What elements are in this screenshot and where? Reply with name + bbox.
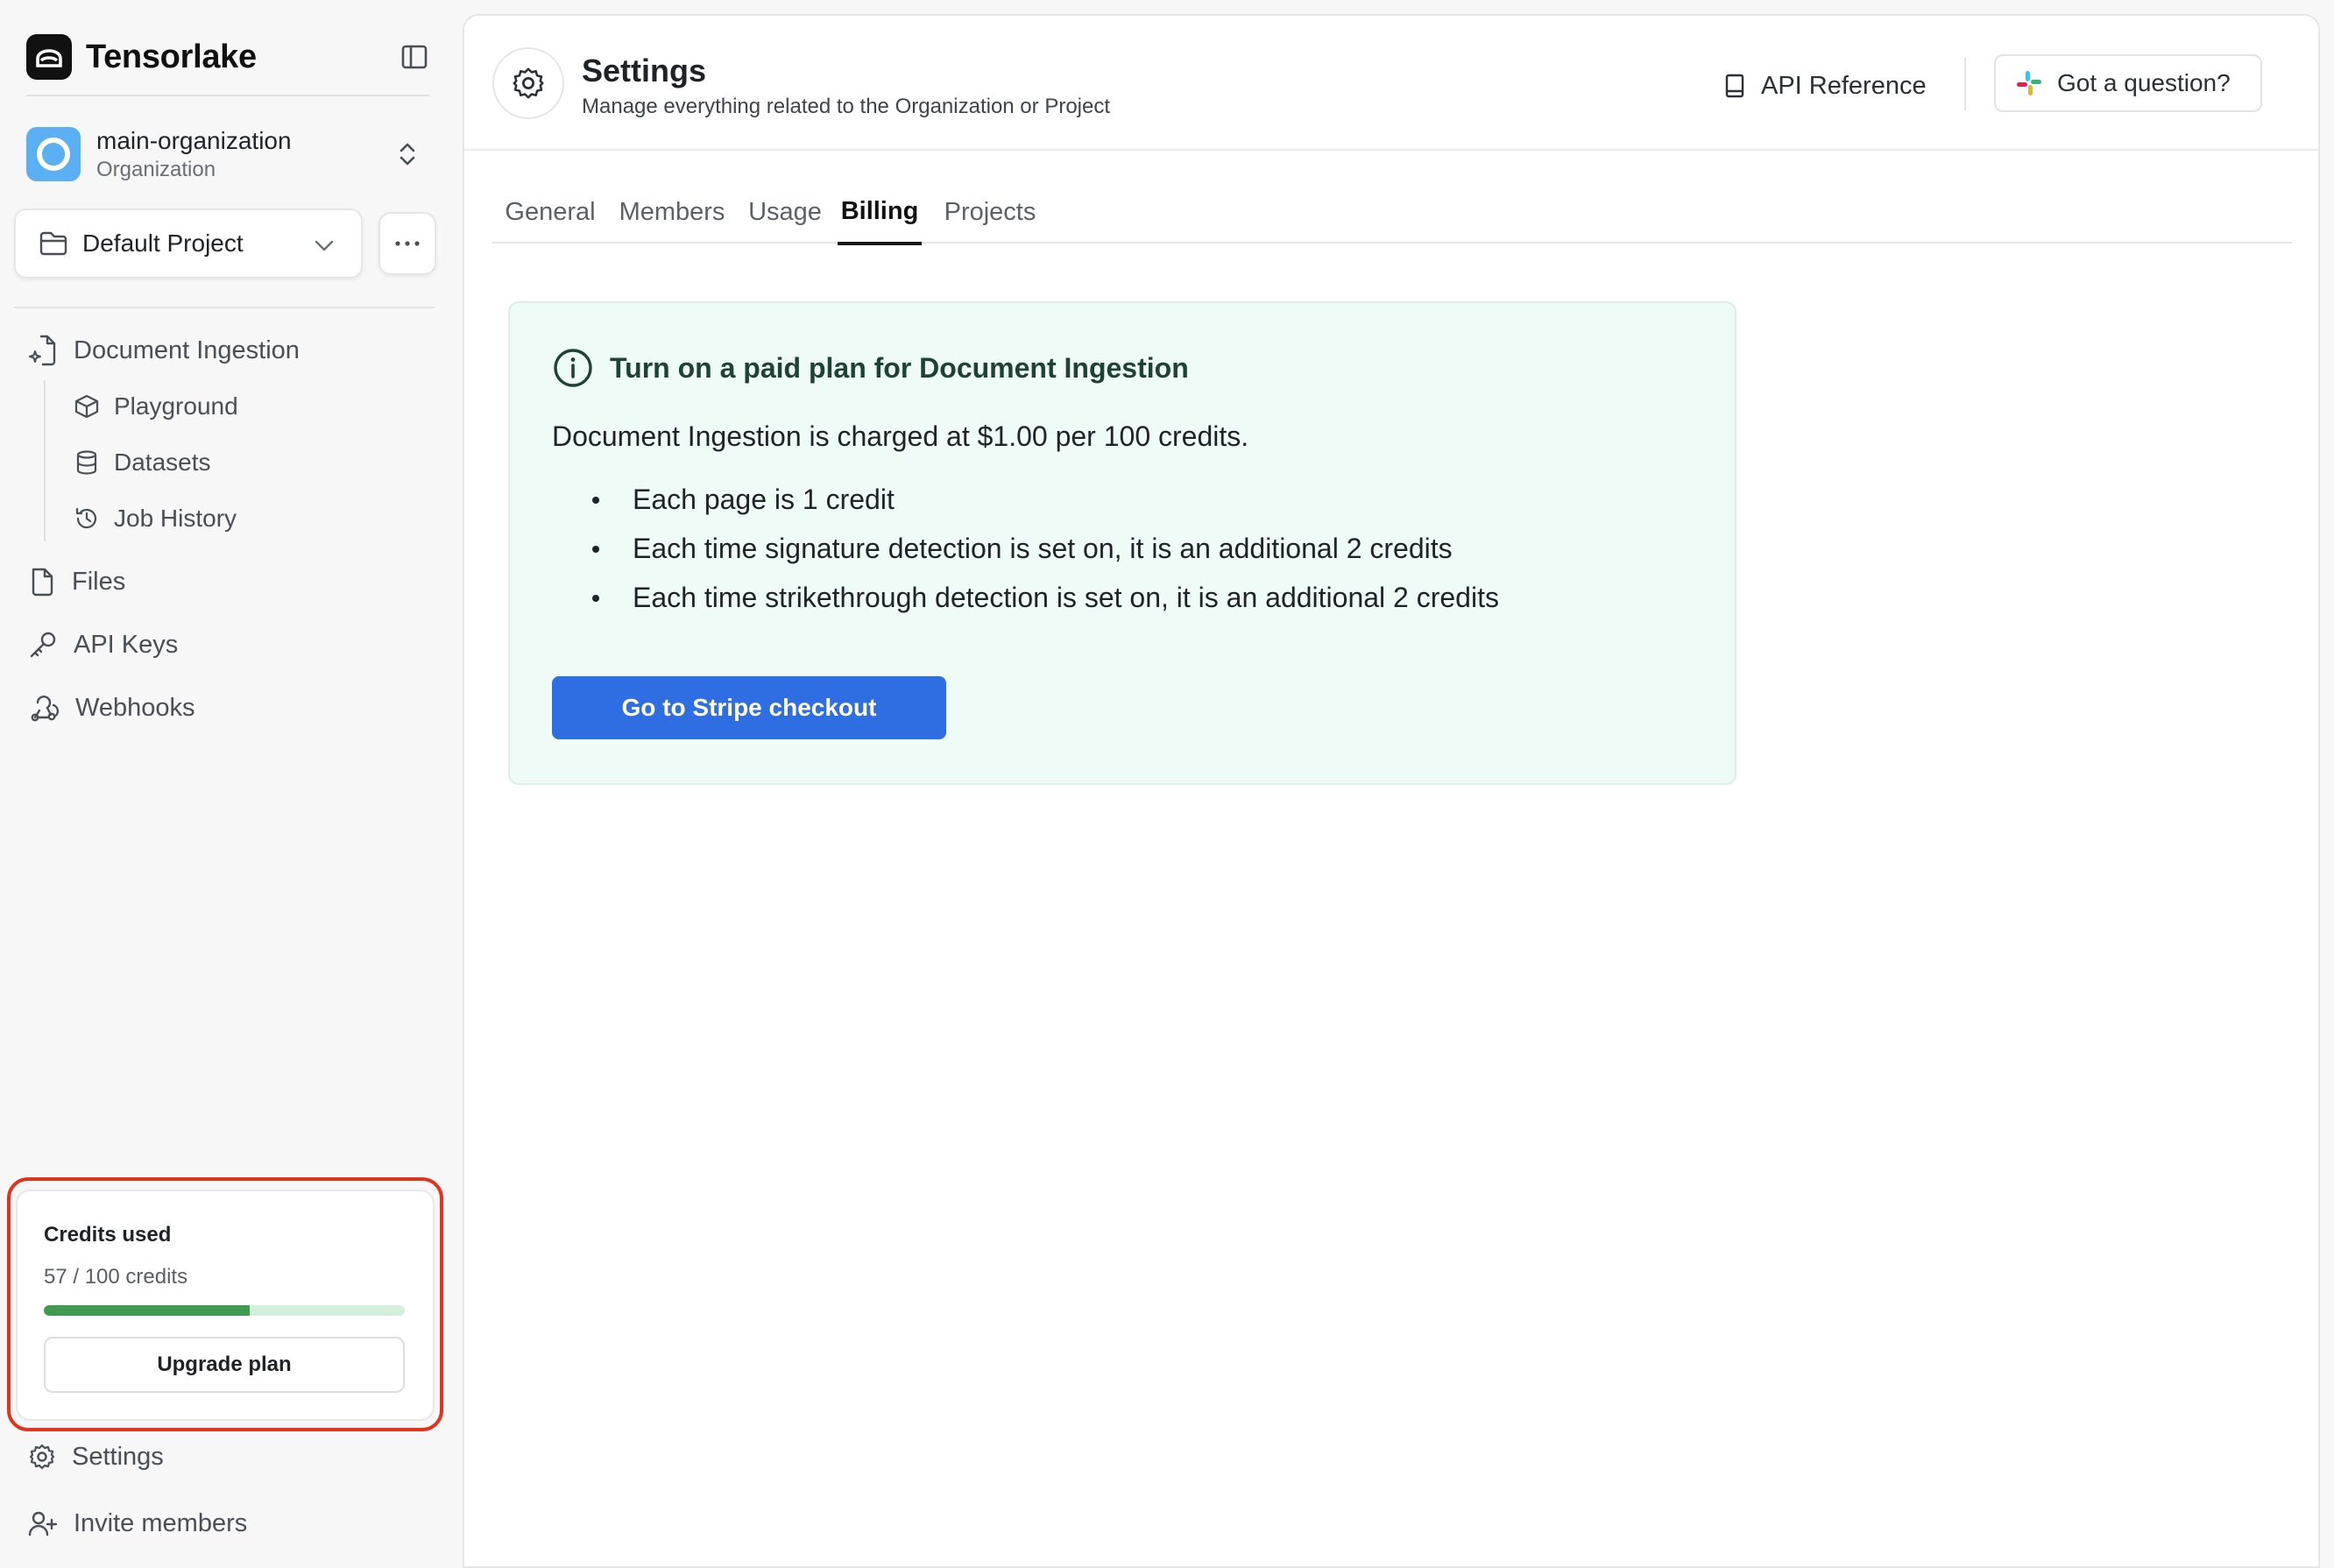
divider [26,95,429,96]
sidebar-item-label: Playground [114,392,238,420]
sidebar-item-document-ingestion[interactable]: Document Ingestion [28,327,300,374]
info-icon [554,349,592,387]
folder-icon [39,231,67,256]
sidebar-item-label: Job History [114,505,237,532]
app-name: Tensorlake [86,38,257,75]
api-reference-label: API Reference [1761,71,1927,100]
sidebar-item-api-keys[interactable]: API Keys [28,621,178,668]
subnav-guide [44,380,46,541]
organization-avatar [26,127,81,181]
webhook-icon [31,696,60,722]
tensorlake-logo-icon[interactable] [26,34,72,80]
user-plus-icon [28,1511,58,1536]
list-item: Each page is 1 credit [552,475,1499,524]
sidebar-item-label: API Keys [74,630,179,659]
billing-rules: Each page is 1 credit Each time signatur… [552,475,1499,622]
sidebar-item-invite-members[interactable]: Invite members [28,1500,247,1547]
chevron-down-icon [315,240,334,251]
project-select[interactable]: Default Project [14,208,363,279]
sidebar-item-job-history[interactable]: Job History [74,497,237,540]
sidebar-item-files[interactable]: Files [28,558,125,605]
file-icon [32,568,53,597]
database-icon [76,450,97,475]
sidebar-item-label: Datasets [114,449,211,476]
cube-icon [74,394,99,419]
sidebar-item-label: Document Ingestion [74,335,300,364]
tab-members[interactable]: Members [615,187,729,244]
sidebar: Tensorlake main-organization Organizatio… [0,0,463,1568]
gear-icon [29,1444,55,1470]
credits-title: Credits used [44,1223,172,1247]
sidebar-item-label: Settings [72,1442,164,1471]
sidebar-item-label: Invite members [74,1508,248,1537]
project-select-value: Default Project [82,230,244,257]
sidebar-item-label: Webhooks [75,693,195,722]
organization-name: main-organization [96,127,292,154]
project-more-button[interactable] [378,212,436,275]
main-panel: Settings Manage everything related to th… [463,14,2320,1568]
sidebar-item-datasets[interactable]: Datasets [74,441,211,484]
billing-description: Document Ingestion is charged at $1.00 p… [552,420,1249,452]
document-sparkle-icon [29,335,56,366]
history-icon [75,507,97,529]
list-item: Each time strikethrough detection is set… [552,573,1499,622]
book-icon [1725,74,1744,98]
page-header: Settings Manage everything related to th… [464,16,2318,151]
sidebar-item-webhooks[interactable]: Webhooks [28,684,195,731]
credits-count: 57 / 100 credits [44,1265,188,1289]
chevrons-up-down-icon [394,138,421,170]
page-subtitle: Manage everything related to the Organiz… [582,95,1111,118]
more-horizontal-icon [395,241,420,246]
billing-notice-title: Turn on a paid plan for Document Ingesti… [610,351,1189,384]
organization-role: Organization [96,158,216,181]
sidebar-toggle-icon[interactable] [400,42,429,72]
settings-tabs: General Members Usage Billing Projects [492,187,2292,245]
tab-usage[interactable]: Usage [743,187,827,244]
tab-general[interactable]: General [501,187,599,244]
credits-card: Credits used 57 / 100 credits Upgrade pl… [16,1190,435,1421]
tab-projects[interactable]: Projects [939,187,1041,244]
settings-gear-icon [492,47,564,119]
credits-progress-fill [44,1305,250,1316]
list-item: Each time signature detection is set on,… [552,524,1499,573]
slack-icon [2017,71,2041,95]
key-icon [30,632,56,658]
api-reference-link[interactable]: API Reference [1722,67,1927,105]
sidebar-item-label: Files [72,567,126,596]
credits-progress-bar [44,1305,405,1316]
got-a-question-button[interactable]: Got a question? [1994,54,2262,112]
brand: Tensorlake [26,33,429,81]
page-title: Settings [582,53,707,88]
divider [1964,58,1966,110]
divider [14,307,435,308]
upgrade-plan-button[interactable]: Upgrade plan [44,1337,405,1393]
tab-billing[interactable]: Billing [838,187,922,245]
sidebar-item-settings[interactable]: Settings [28,1433,164,1480]
organization-switcher[interactable]: main-organization Organization [26,123,429,186]
got-a-question-label: Got a question? [2057,69,2231,96]
sidebar-item-playground[interactable]: Playground [74,385,238,428]
billing-notice: Turn on a paid plan for Document Ingesti… [508,301,1736,785]
stripe-checkout-button[interactable]: Go to Stripe checkout [552,676,946,739]
